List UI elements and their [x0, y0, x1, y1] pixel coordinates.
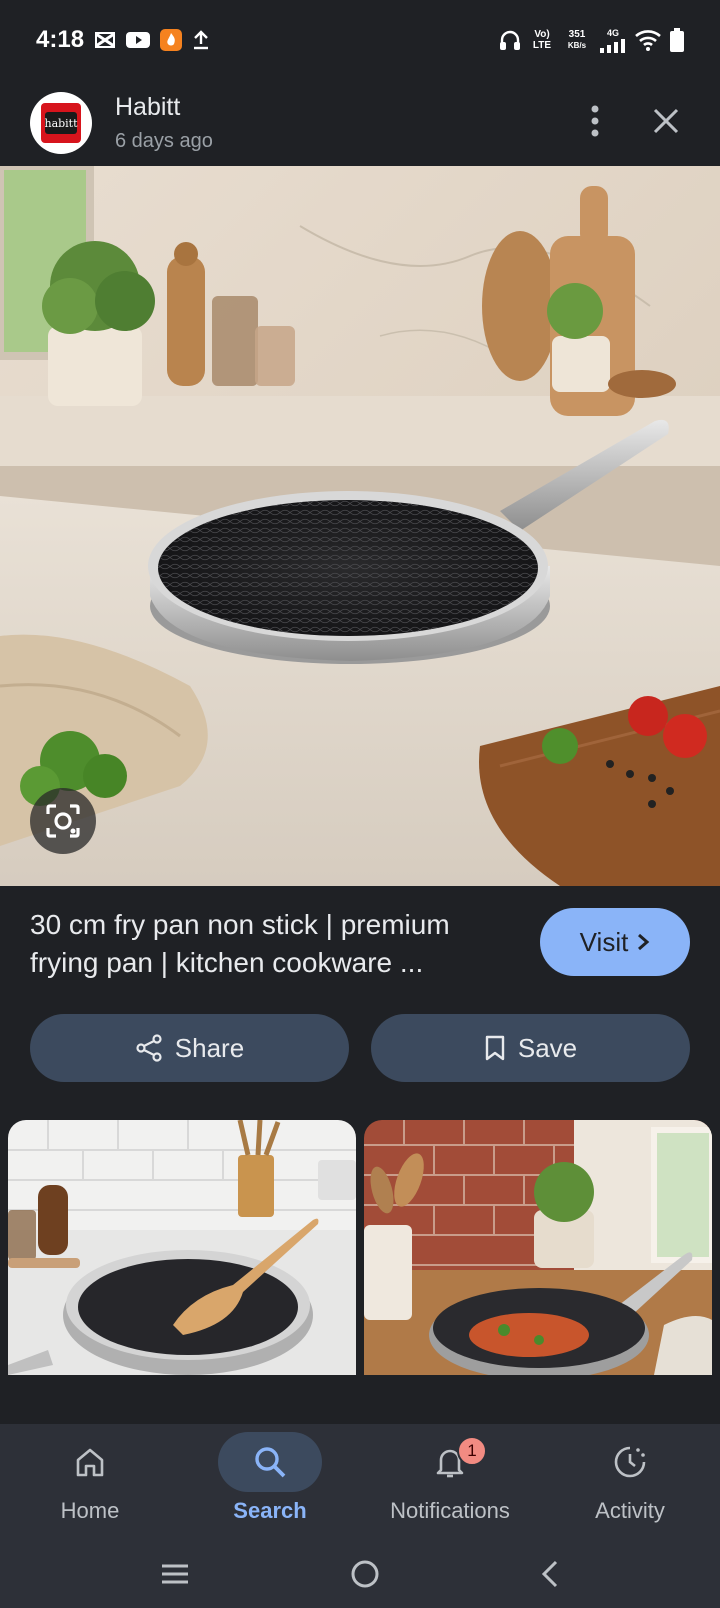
- share-label: Share: [174, 1032, 245, 1063]
- habitt-logo: habitt: [41, 103, 81, 143]
- chevron-right-icon: [638, 933, 650, 951]
- signal-icon: 4G: [600, 28, 626, 53]
- volte-indicator: Vo) LTE: [532, 29, 552, 51]
- home-system-icon[interactable]: [350, 1559, 380, 1594]
- notification-badge: 1: [457, 1436, 487, 1466]
- nav-home[interactable]: Home: [0, 1424, 180, 1544]
- posted-time: 6 days ago: [115, 130, 213, 152]
- cast-icon: [94, 31, 116, 49]
- main-product-image[interactable]: [0, 166, 720, 886]
- nav-home-label: Home: [60, 1498, 120, 1523]
- app-notification-icon: [160, 29, 183, 51]
- network-speed-unit: KB/s: [567, 41, 587, 50]
- activity-icon: [614, 1446, 646, 1478]
- wifi-icon: [634, 29, 662, 51]
- headphones-icon: [498, 28, 522, 52]
- close-icon[interactable]: [652, 107, 680, 140]
- nav-search[interactable]: Search: [180, 1424, 360, 1544]
- recent-apps-icon[interactable]: [160, 1562, 190, 1591]
- status-bar: 4:18 Vo) LTE 351 KB/s 4G: [0, 0, 720, 80]
- related-image-1[interactable]: [8, 1120, 356, 1375]
- nav-activity-label: Activity: [595, 1498, 665, 1523]
- share-button[interactable]: Share: [30, 1014, 349, 1082]
- battery-icon: [670, 28, 684, 52]
- youtube-icon: [126, 31, 151, 49]
- system-navigation-bar: [0, 1544, 720, 1608]
- network-speed-value: 351: [568, 29, 586, 40]
- source-name: Habitt: [115, 93, 181, 121]
- nav-search-label: Search: [233, 1498, 307, 1523]
- network-type: 4G: [606, 27, 619, 38]
- bottom-navigation: Home Search 1 Notifications Activity: [0, 1424, 720, 1544]
- save-button[interactable]: Save: [371, 1014, 690, 1082]
- bookmark-icon: [485, 1035, 505, 1061]
- visit-label: Visit: [579, 926, 629, 957]
- network-speed: 351 KB/s: [562, 29, 592, 51]
- back-icon[interactable]: [540, 1559, 560, 1594]
- logo-text: habitt: [44, 112, 78, 134]
- more-options-icon[interactable]: [590, 104, 600, 143]
- related-images: [8, 1120, 712, 1375]
- related-image-2[interactable]: [364, 1120, 712, 1375]
- upload-icon: [192, 30, 210, 50]
- source-avatar[interactable]: habitt: [30, 92, 92, 154]
- source-info[interactable]: Habitt 6 days ago: [115, 93, 213, 153]
- nav-notifications-label: Notifications: [390, 1498, 510, 1523]
- result-header: habitt Habitt 6 days ago: [0, 80, 720, 166]
- nav-notifications[interactable]: 1 Notifications: [360, 1424, 540, 1544]
- google-lens-button[interactable]: [30, 788, 96, 854]
- status-time: 4:18: [36, 26, 85, 53]
- lens-icon: [46, 804, 80, 838]
- save-label: Save: [517, 1032, 578, 1063]
- nav-activity[interactable]: Activity: [540, 1424, 720, 1544]
- home-icon: [76, 1448, 104, 1477]
- search-icon: [255, 1447, 286, 1478]
- result-title[interactable]: 30 cm fry pan non stick | premium frying…: [30, 906, 520, 982]
- visit-button[interactable]: Visit: [540, 908, 690, 976]
- share-icon: [136, 1034, 162, 1062]
